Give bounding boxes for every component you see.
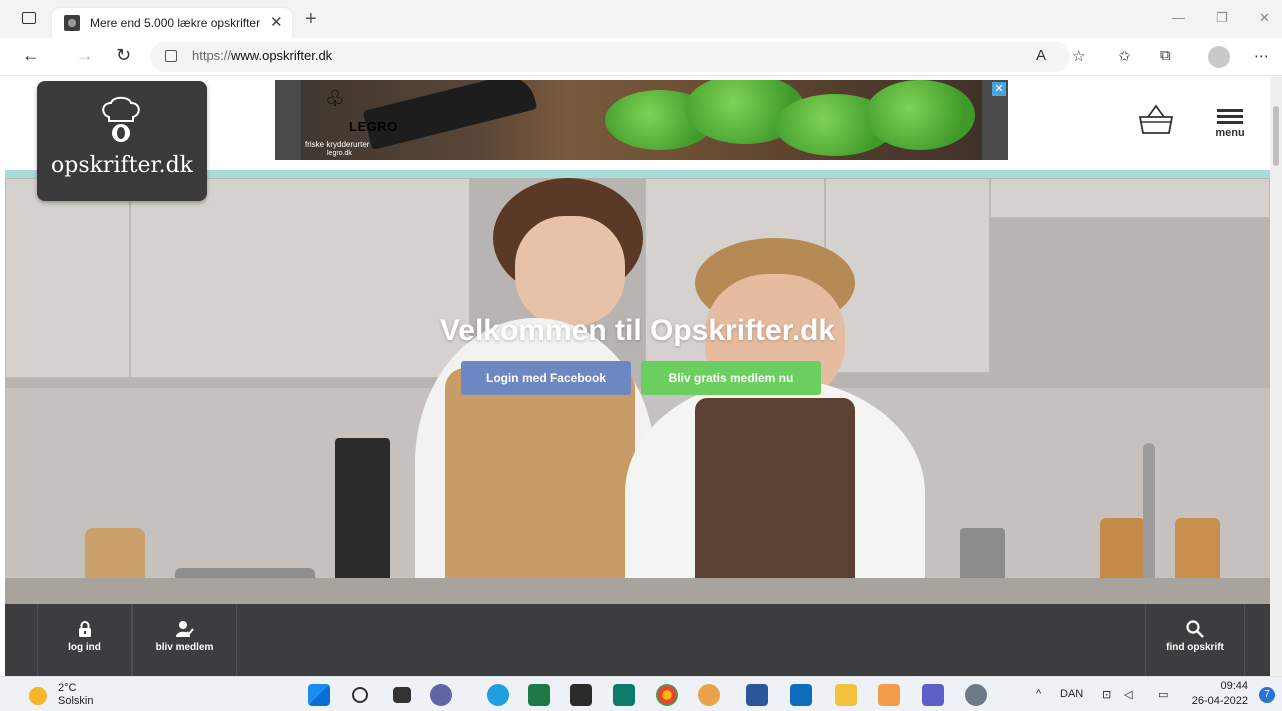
file-explorer-icon[interactable] (835, 684, 857, 706)
browser-toolbar: ← → ↻ https://www.opskrifter.dk A ☆ ✩ ⧉ … (0, 38, 1282, 76)
start-icon[interactable] (308, 684, 330, 706)
volume-icon[interactable]: ◁ (1124, 688, 1132, 701)
ad-website: legro.dk (327, 150, 352, 157)
new-tab-icon[interactable]: + (305, 8, 317, 31)
join-free-button[interactable]: Bliv gratis medlem nu (641, 361, 821, 395)
snipping-tool-icon[interactable] (878, 684, 900, 706)
shopping-basket-icon[interactable] (1138, 103, 1174, 135)
page-scrollbar[interactable] (1270, 76, 1282, 676)
url-scheme: https:// (192, 48, 232, 63)
kitchen-counter (5, 578, 1270, 604)
search-icon[interactable] (352, 687, 368, 703)
man-apron (695, 398, 855, 604)
weather-description[interactable]: Solskin (58, 695, 93, 707)
forward-icon[interactable]: → (76, 45, 94, 66)
more-options-icon[interactable]: ⋯ (1254, 47, 1269, 65)
sticky-notes-icon[interactable] (570, 684, 592, 706)
collections-icon[interactable]: ⧉ (1160, 47, 1171, 64)
site-favicon-icon (64, 15, 80, 31)
ad-legro-logo: ♧ LEGRO friske krydderurter legro.dk (305, 86, 425, 157)
minimize-icon[interactable]: — (1172, 10, 1185, 25)
tab-title: Mere end 5.000 lækre opskrifter (90, 16, 260, 30)
ad-close-icon[interactable]: ✕ (992, 82, 1006, 96)
browser-tab-strip: Mere end 5.000 lækre opskrifter ✕ + — ❐ … (0, 0, 1282, 38)
battery-icon[interactable]: ▭ (1158, 688, 1168, 701)
clock-time[interactable]: 09:44 (1218, 680, 1248, 692)
hero-section: Velkommen til Opskrifter.dk Login med Fa… (5, 178, 1270, 604)
outlook-icon[interactable] (790, 684, 812, 706)
search-icon (1186, 620, 1204, 638)
ad-lettuce-image (865, 80, 975, 150)
web-page: ♧ LEGRO friske krydderurter legro.dk ✕ m… (5, 76, 1270, 676)
ad-tagline: friske krydderurter (305, 140, 370, 149)
join-label: bliv medlem (155, 642, 214, 653)
hamburger-icon (1217, 121, 1243, 124)
weather-temperature[interactable]: 2°C (58, 682, 76, 694)
chrome-icon[interactable] (656, 684, 678, 706)
scrollbar-thumb[interactable] (1273, 106, 1279, 166)
close-tab-icon[interactable]: ✕ (270, 13, 283, 31)
language-indicator[interactable]: DAN (1060, 688, 1083, 700)
kitchen-cabinet (130, 178, 470, 378)
clock-date[interactable]: 26-04-2022 (1184, 695, 1248, 707)
woman-apron (445, 368, 635, 604)
login-label: log ind (68, 642, 101, 653)
add-favorite-icon[interactable]: ☆ (1072, 47, 1085, 65)
windows-taskbar: 2°C Solskin ^ DAN ⊡ ◁ ▭ 09:44 26-04-2022… (0, 676, 1282, 711)
network-icon[interactable]: ⊡ (1102, 688, 1111, 701)
refresh-icon[interactable]: ↻ (116, 45, 131, 66)
excel-icon[interactable] (528, 684, 550, 706)
find-recipe-link[interactable]: find opskrift (1145, 604, 1245, 676)
edge-icon[interactable] (487, 684, 509, 706)
hamburger-icon (1217, 109, 1243, 112)
url-host: www.opskrifter.dk (231, 48, 333, 63)
join-link[interactable]: bliv medlem (132, 604, 237, 676)
hamburger-icon (1217, 115, 1243, 118)
lock-icon (78, 621, 91, 637)
close-window-icon[interactable]: ✕ (1259, 10, 1270, 26)
kitchen-cabinet (5, 178, 130, 378)
facebook-login-button[interactable]: Login med Facebook (461, 361, 631, 395)
sway-icon[interactable] (613, 684, 635, 706)
chat-icon[interactable] (430, 684, 452, 706)
ad-wood-panel-left (275, 80, 301, 160)
favorites-icon[interactable]: ✩ (1118, 47, 1131, 65)
woman-face (515, 216, 625, 326)
task-view-icon[interactable] (393, 687, 411, 703)
ess-icon[interactable] (698, 684, 720, 706)
site-logo[interactable]: opskrifter.dk (37, 81, 207, 201)
notification-badge[interactable]: 7 (1259, 687, 1275, 703)
kitchen-cabinet (990, 178, 1270, 218)
advertisement-banner[interactable]: ♧ LEGRO friske krydderurter legro.dk ✕ (275, 80, 1008, 160)
url-text[interactable]: https://www.opskrifter.dk (192, 48, 332, 63)
login-link[interactable]: log ind (37, 604, 132, 676)
legro-leaf-icon: ♧ (325, 86, 345, 111)
chef-hat-icon (102, 96, 140, 142)
browser-tab[interactable]: Mere end 5.000 lækre opskrifter ✕ (52, 8, 292, 38)
add-user-icon (175, 621, 194, 637)
settings-icon[interactable] (965, 684, 987, 706)
read-aloud-icon[interactable]: A (1036, 47, 1046, 64)
menu-button[interactable]: menu (1210, 106, 1250, 146)
back-icon[interactable]: ← (22, 45, 40, 66)
profile-avatar[interactable] (1208, 46, 1230, 68)
ad-brand: LEGRO (349, 119, 398, 134)
lock-icon[interactable] (165, 50, 177, 62)
restore-icon[interactable]: ❐ (1216, 10, 1228, 26)
teams-icon[interactable] (922, 684, 944, 706)
logo-text: opskrifter.dk (50, 153, 193, 178)
chevron-up-icon[interactable]: ^ (1036, 688, 1041, 700)
menu-label: menu (1215, 127, 1245, 139)
word-icon[interactable] (746, 684, 768, 706)
hero-title: Velkommen til Opskrifter.dk (439, 314, 836, 347)
tab-actions-icon[interactable] (22, 12, 36, 24)
bottom-navigation-bar: log ind bliv medlem find opskrift (5, 604, 1270, 676)
find-recipe-label: find opskrift (1166, 642, 1224, 653)
weather-sun-icon[interactable] (29, 687, 47, 705)
